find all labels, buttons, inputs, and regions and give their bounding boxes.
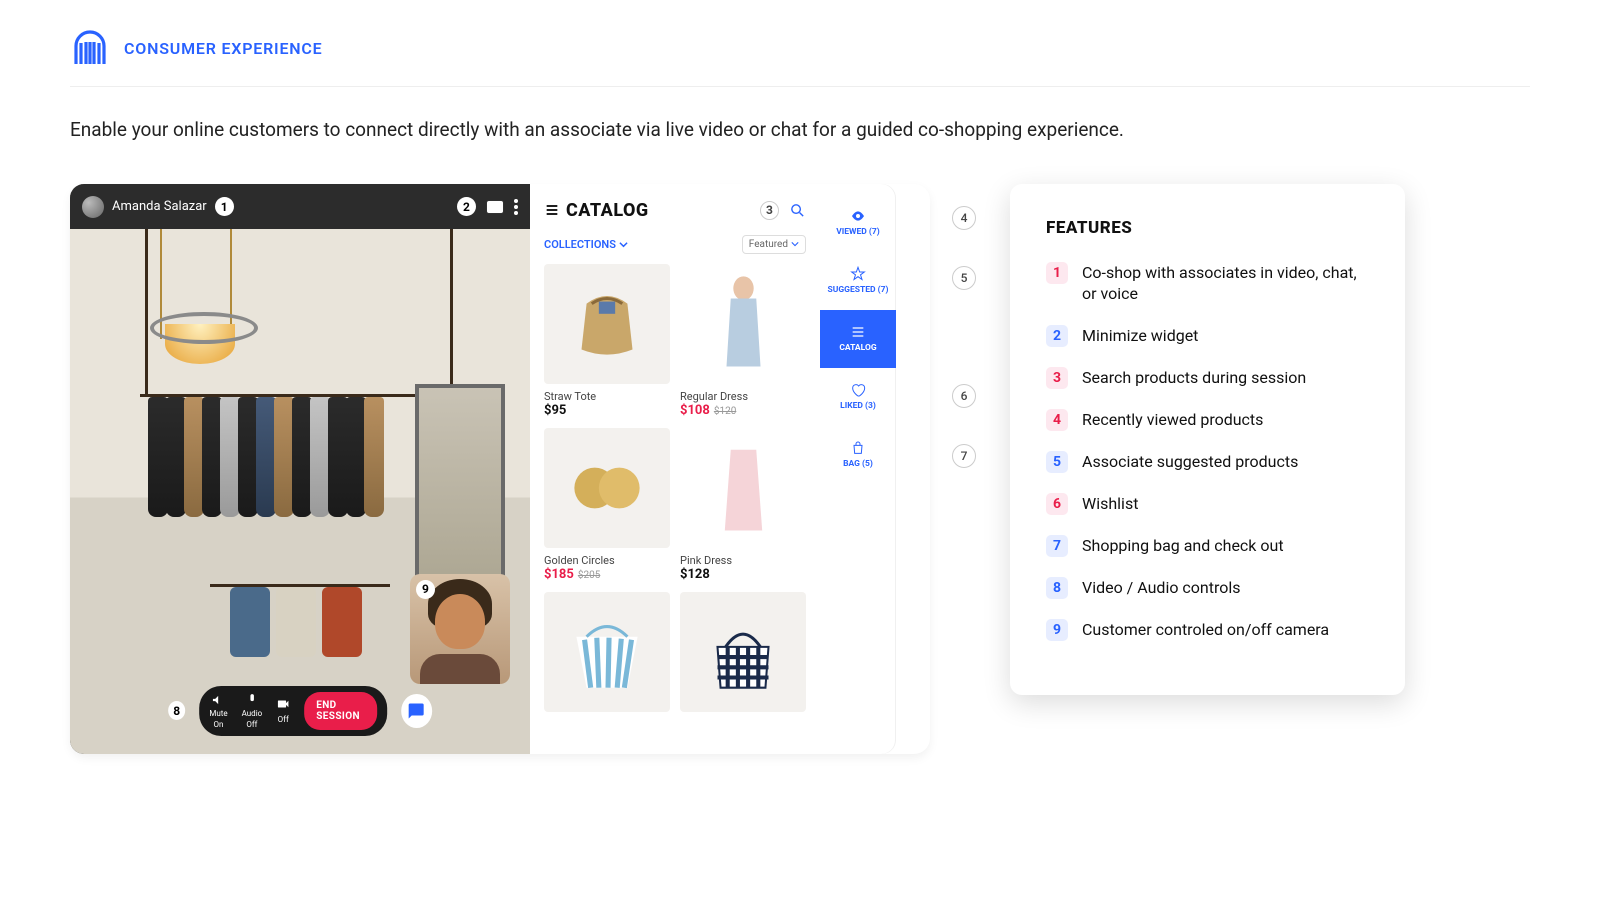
page-subtitle: Enable your online customers to connect … [70,117,1530,144]
tab-bag[interactable]: BAG (5) [820,426,896,484]
mute-button[interactable]: Mute On [209,693,227,729]
feature-number: 1 [1046,262,1068,284]
feature-row: 8 Video / Audio controls [1046,577,1369,599]
mirror-icon [415,384,505,584]
collections-dropdown[interactable]: COLLECTIONS [544,238,628,251]
tab-suggested[interactable]: SUGGESTED (7) [820,252,896,310]
feature-text: Minimize widget [1082,325,1198,347]
associate-name: Amanda Salazar [112,199,207,214]
annotation-badge-2: 2 [457,197,476,216]
feature-number: 7 [1046,535,1068,557]
feature-text: Recently viewed products [1082,409,1263,431]
self-camera[interactable]: 9 [410,574,510,684]
star-icon [850,266,866,282]
product-card[interactable]: Pink Dress $128 [680,428,806,582]
feature-row: 3 Search products during session [1046,367,1369,389]
search-icon[interactable] [789,202,806,219]
feature-text: Video / Audio controls [1082,577,1241,599]
feature-row: 6 Wishlist [1046,493,1369,515]
features-heading: FEATURES [1046,218,1369,238]
video-pane: Amanda Salazar 1 2 9 8 [70,184,530,754]
feature-text: Wishlist [1082,493,1138,515]
chevron-down-icon [791,240,799,248]
feature-row: 5 Associate suggested products [1046,451,1369,473]
annotation-badge-6: 6 [952,384,976,408]
sort-dropdown[interactable]: Featured [742,235,806,254]
feature-text: Customer controled on/off camera [1082,619,1329,641]
feature-number: 4 [1046,409,1068,431]
feature-number: 6 [1046,493,1068,515]
product-card[interactable] [680,592,806,712]
feature-text: Shopping bag and check out [1082,535,1284,557]
heart-icon [850,382,866,398]
av-controls: Mute On Audio Off Off [199,686,387,736]
minimize-icon[interactable] [486,200,504,214]
bag-icon [850,440,866,456]
chat-button[interactable] [401,694,432,728]
tab-catalog[interactable]: CATALOG [820,310,896,368]
feature-row: 1 Co-shop with associates in video, chat,… [1046,262,1369,305]
list-icon [544,202,560,218]
audio-button[interactable]: Audio Off [242,693,263,729]
annotation-badge-8: 8 [168,701,185,720]
product-card[interactable]: Straw Tote $95 [544,264,670,418]
feature-text: Associate suggested products [1082,451,1298,473]
annotation-badge-9: 9 [416,580,435,599]
feature-number: 5 [1046,451,1068,473]
feature-number: 2 [1046,325,1068,347]
annotation-badge-3: 3 [760,201,779,220]
chevron-down-icon [619,240,628,249]
feature-row: 7 Shopping bag and check out [1046,535,1369,557]
annotation-badge-5: 5 [952,266,976,290]
feature-row: 4 Recently viewed products [1046,409,1369,431]
feature-row: 9 Customer controled on/off camera [1046,619,1369,641]
annotation-badge-4: 4 [952,206,976,230]
list-icon [850,324,866,340]
product-card[interactable] [544,592,670,712]
feature-number: 9 [1046,619,1068,641]
feature-text: Co-shop with associates in video, chat, … [1082,262,1369,305]
catalog-pane: CATALOG 3 COLLECTIONS Featured [530,184,820,754]
brand-logo-icon [70,30,110,66]
product-card[interactable]: Golden Circles $185$205 [544,428,670,582]
feature-number: 3 [1046,367,1068,389]
lamp-icon [165,324,235,364]
end-session-button[interactable]: END SESSION [304,692,377,730]
side-tabs: VIEWED (7) SUGGESTED (7) CATALOG LIKED (… [820,184,896,754]
app-mock: Amanda Salazar 1 2 9 8 [70,184,930,754]
tab-liked[interactable]: LIKED (3) [820,368,896,426]
more-icon[interactable] [514,199,518,215]
associate-avatar [82,196,104,218]
page-header: CONSUMER EXPERIENCE [70,30,1530,87]
feature-number: 8 [1046,577,1068,599]
feature-row: 2 Minimize widget [1046,325,1369,347]
eye-icon [850,208,866,224]
camera-button[interactable]: Off [276,697,290,724]
annotation-badge-1: 1 [215,197,234,216]
page-title: CONSUMER EXPERIENCE [124,39,323,58]
features-card: FEATURES 1 Co-shop with associates in vid… [1010,184,1405,695]
feature-text: Search products during session [1082,367,1306,389]
annotation-badge-7: 7 [952,444,976,468]
catalog-title: CATALOG [566,200,649,221]
product-card[interactable]: Regular Dress $108$120 [680,264,806,418]
tab-viewed[interactable]: VIEWED (7) [820,194,896,252]
